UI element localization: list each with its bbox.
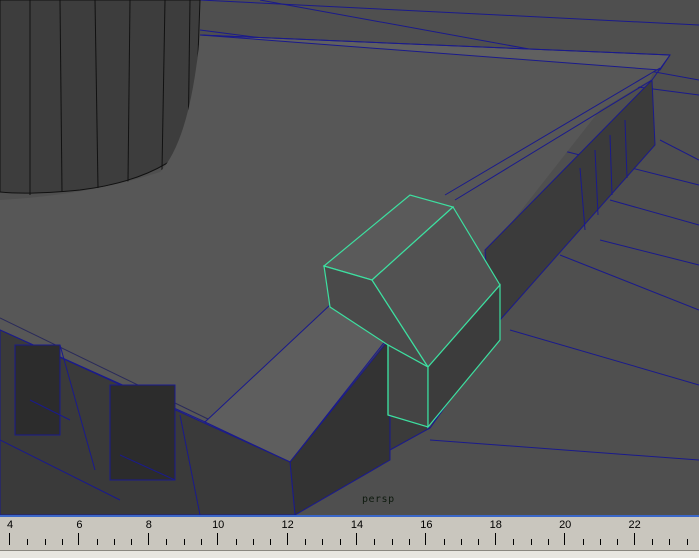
scene-canvas[interactable] [0, 0, 699, 515]
minor-tick [270, 539, 272, 545]
time-label: 18 [489, 519, 502, 531]
minor-tick [131, 539, 133, 545]
time-label: 20 [559, 519, 572, 531]
major-tick [425, 533, 427, 545]
camera-label: persp [362, 494, 395, 505]
time-label: 14 [350, 519, 364, 531]
range-slider-bar[interactable] [0, 550, 699, 558]
minor-tick [547, 539, 549, 545]
minor-tick [235, 539, 237, 545]
minor-tick [617, 539, 619, 545]
perspective-viewport[interactable]: persp [0, 0, 699, 515]
major-tick [494, 533, 496, 545]
time-slider[interactable]: 4 6 8 10 12 14 16 18 20 22 [0, 515, 699, 558]
minor-tick [513, 539, 515, 545]
time-label: 4 [6, 519, 14, 531]
minor-tick [374, 539, 376, 545]
time-label: 6 [76, 519, 83, 531]
minor-tick [599, 539, 601, 545]
minor-tick [200, 539, 202, 545]
minor-tick [166, 539, 168, 545]
minor-tick [530, 539, 532, 545]
minor-tick [582, 539, 584, 545]
major-tick [356, 533, 357, 545]
major-tick [78, 533, 80, 545]
minor-tick [443, 539, 445, 545]
minor-tick [62, 539, 64, 545]
time-label: 10 [212, 519, 225, 531]
minor-tick [478, 539, 480, 545]
minor-tick [461, 539, 463, 545]
minor-tick [391, 539, 393, 545]
minor-tick [44, 539, 46, 545]
minor-tick [339, 539, 341, 545]
minor-tick [27, 539, 29, 545]
time-label: 22 [628, 519, 641, 531]
major-tick [217, 533, 219, 545]
minor-tick [686, 539, 688, 545]
minor-tick [114, 539, 116, 545]
minor-tick [651, 539, 653, 545]
time-label: 12 [281, 519, 294, 531]
major-tick [147, 533, 149, 545]
time-label: 8 [145, 519, 152, 531]
major-tick [633, 533, 635, 545]
minor-tick [252, 539, 254, 545]
minor-tick [304, 539, 306, 545]
minor-tick [322, 539, 324, 545]
time-label: 16 [420, 519, 433, 531]
minor-tick [183, 539, 185, 545]
major-tick [9, 533, 10, 545]
minor-tick [96, 539, 98, 545]
major-tick [286, 533, 288, 545]
minor-tick [669, 539, 671, 545]
major-tick [564, 533, 566, 545]
minor-tick [409, 539, 411, 545]
